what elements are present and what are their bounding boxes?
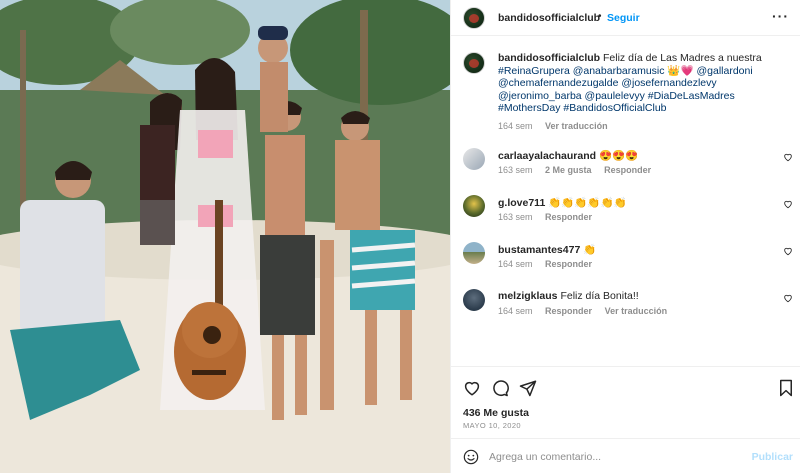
author-avatar[interactable] [463,7,485,29]
comment-item: carlaayalachaurand 😍😍😍 163 sem 2 Me gust… [463,148,793,184]
comment-text: carlaayalachaurand 😍😍😍 [498,149,638,162]
comment-meta: 163 sem 2 Me gusta Responder [498,165,661,175]
caption-author-avatar[interactable] [463,52,485,74]
comment-time: 163 sem [498,165,533,175]
commenter-username[interactable]: g.love711 [498,197,545,209]
comment-body: 👏 [583,244,597,256]
caption-tag[interactable]: @paulelevyy [585,90,645,102]
caption-body: Feliz día de Las Madres a nuestra [603,52,762,64]
comment-time: 164 sem [498,259,533,269]
commenter-avatar[interactable] [463,289,485,311]
separator-dot: • [598,11,602,22]
comment-time: 164 sem [498,306,533,316]
caption-tag[interactable]: @josefernandezlevy [621,77,716,89]
reply-button[interactable]: Responder [545,306,592,316]
author-username[interactable]: bandidosofficialclub [498,12,600,24]
caption-username[interactable]: bandidosofficialclub [498,52,600,64]
comment-meta: 163 sem Responder [498,212,602,222]
bookmark-save-icon[interactable] [777,379,795,397]
beach-family-photo [0,0,450,473]
likes-count[interactable]: 436 Me gusta [463,407,529,419]
caption-tag[interactable]: @gallardoni [697,65,753,77]
reply-button[interactable]: Responder [545,259,592,269]
post-date: MAYO 10, 2020 [463,421,522,430]
comment-bubble-icon[interactable] [491,379,509,397]
caption-tag[interactable]: @chemafernandezugalde [498,77,618,89]
share-send-icon[interactable] [519,379,537,397]
comment-input[interactable] [489,448,739,466]
caption-meta: 164 sem Ver traducción [498,121,618,131]
comment-body: 👏👏👏👏👏👏 [548,197,627,209]
comment-meta: 164 sem Responder [498,259,602,269]
comment-item: g.love711 👏👏👏👏👏👏 163 sem Responder [463,195,793,231]
comment-text: bustamantes477 👏 [498,243,596,256]
comment-time: 163 sem [498,212,533,222]
commenter-username[interactable]: bustamantes477 [498,244,580,256]
comment-item: bustamantes477 👏 164 sem Responder [463,242,793,278]
caption-tag[interactable]: #BandidosOfficialClub [563,102,666,114]
follow-button[interactable]: Seguir [607,12,640,24]
comment-translate-link[interactable]: Ver traducción [605,306,668,316]
caption-translate-link[interactable]: Ver traducción [545,121,608,131]
heart-icon[interactable] [783,152,793,162]
caption-tag[interactable]: @jeronimo_barba [498,90,582,102]
heart-icon[interactable] [783,293,793,303]
post-side-panel: bandidosofficialclub • Seguir ··· bandid… [450,0,800,473]
caption-tag[interactable]: @anabarbaramusic 👑💗 [573,65,694,77]
commenter-avatar[interactable] [463,195,485,217]
caption-time: 164 sem [498,121,533,131]
comment-likes[interactable]: 2 Me gusta [545,165,592,175]
comment-text: melzigklaus Feliz día Bonita!! [498,290,639,302]
reply-button[interactable]: Responder [604,165,651,175]
publish-button[interactable]: Publicar [752,451,793,463]
emoji-icon[interactable] [463,449,479,465]
comment-item: melzigklaus Feliz día Bonita!! 164 sem R… [463,289,793,325]
more-options-icon[interactable]: ··· [772,8,789,24]
caption-tag[interactable]: #MothersDay [498,102,560,114]
reply-button[interactable]: Responder [545,212,592,222]
heart-icon[interactable] [783,246,793,256]
caption-tag[interactable]: #ReinaGrupera [498,65,570,77]
comment-text: g.love711 👏👏👏👏👏👏 [498,196,627,209]
caption-text: bandidosofficialclub Feliz día de Las Ma… [498,52,788,115]
commenter-username[interactable]: carlaayalachaurand [498,150,596,162]
add-comment-bar: Publicar [451,438,800,473]
caption-tag[interactable]: #DiaDeLasMadres [648,90,735,102]
post-header: bandidosofficialclub • Seguir ··· [451,0,800,36]
commenter-username[interactable]: melzigklaus [498,290,558,302]
heart-icon[interactable] [783,199,793,209]
like-heart-icon[interactable] [463,379,481,397]
comment-meta: 164 sem Responder Ver traducción [498,306,677,316]
commenter-avatar[interactable] [463,148,485,170]
commenter-avatar[interactable] [463,242,485,264]
comment-body: Feliz día Bonita!! [560,290,639,302]
post-photo [0,0,450,473]
comment-body: 😍😍😍 [598,150,639,162]
